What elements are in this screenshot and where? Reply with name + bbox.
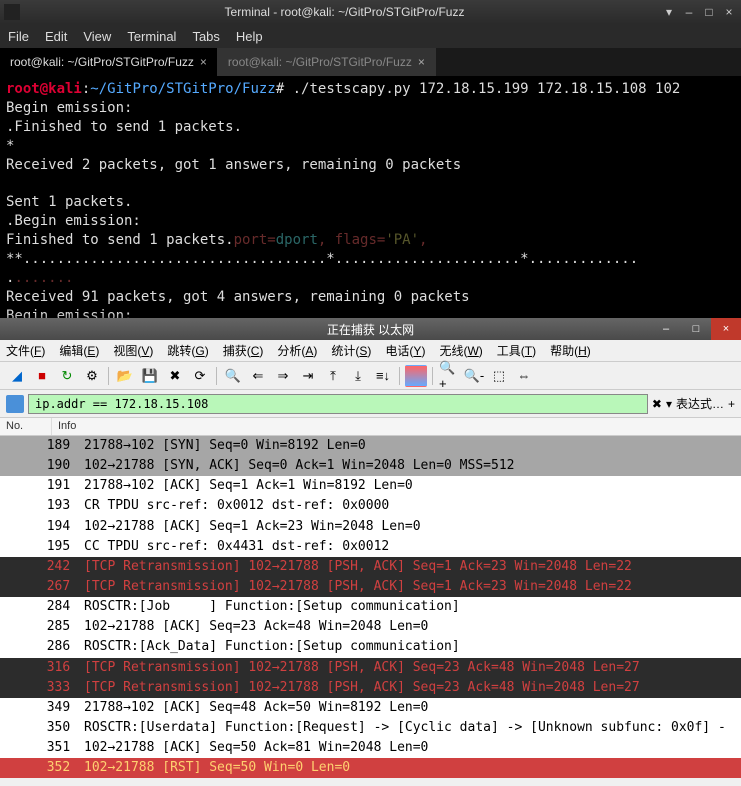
term-line: .Begin emission:: [6, 212, 735, 231]
menu-e[interactable]: 编辑(E): [59, 342, 99, 359]
packet-row[interactable]: 267 [TCP Retransmission] 102→21788 [PSH,…: [0, 577, 741, 597]
packet-row[interactable]: 195 CC TPDU src-ref: 0x4431 dst-ref: 0x0…: [0, 537, 741, 557]
term-line: *: [6, 137, 735, 156]
packet-row[interactable]: 285 102→21788 [ACK] Seq=23 Ack=48 Win=20…: [0, 617, 741, 637]
close-file-icon[interactable]: ✖: [164, 365, 186, 387]
term-line: **....................................*.…: [6, 250, 735, 269]
menu-f[interactable]: 文件(F): [6, 342, 45, 359]
menu-file[interactable]: File: [8, 29, 29, 44]
menu-c[interactable]: 捕获(C): [223, 342, 264, 359]
packet-row[interactable]: 193 CR TPDU src-ref: 0x0012 dst-ref: 0x0…: [0, 496, 741, 516]
window-close-button[interactable]: ×: [711, 318, 741, 340]
close-icon[interactable]: ×: [200, 55, 207, 69]
menu-g[interactable]: 跳转(G): [167, 342, 208, 359]
packet-list-header: No. Info: [0, 418, 741, 436]
expression-button[interactable]: 表达式…: [676, 395, 724, 412]
minimize-icon[interactable]: ▾: [661, 4, 677, 20]
menu-a[interactable]: 分析(A): [277, 342, 317, 359]
colorize-icon[interactable]: [405, 365, 427, 387]
menu-h[interactable]: 帮助(H): [550, 342, 591, 359]
packet-row[interactable]: 191 21788→102 [ACK] Seq=1 Ack=1 Win=8192…: [0, 476, 741, 496]
wireshark-filter-bar: ✖ ▾ 表达式… +: [0, 390, 741, 418]
terminal-window: Terminal - root@kali: ~/GitPro/STGitPro/…: [0, 0, 741, 330]
wireshark-window: 正在捕获 以太网 – □ × 文件(F) 编辑(E) 视图(V) 跳转(G) 捕获(C)…: [0, 318, 741, 786]
packet-row[interactable]: 284 ROSCTR:[Job ] Function:[Setup commun…: [0, 597, 741, 617]
close-icon[interactable]: ×: [418, 55, 425, 69]
menu-help[interactable]: Help: [236, 29, 263, 44]
packet-row[interactable]: 349 21788→102 [ACK] Seq=48 Ack=50 Win=81…: [0, 698, 741, 718]
packet-row[interactable]: 194 102→21788 [ACK] Seq=1 Ack=23 Win=204…: [0, 517, 741, 537]
clear-filter-icon[interactable]: ✖: [652, 397, 662, 411]
terminal-icon: [4, 4, 20, 20]
first-icon[interactable]: ⤒: [322, 365, 344, 387]
header-no[interactable]: No.: [0, 418, 52, 435]
packet-row[interactable]: 351 102→21788 [ACK] Seq=50 Ack=81 Win=20…: [0, 738, 741, 758]
jump-icon[interactable]: ⇥: [297, 365, 319, 387]
packet-row[interactable]: 352 102→21788 [RST] Seq=50 Win=0 Len=0: [0, 758, 741, 778]
filter-dropdown-icon[interactable]: ▾: [666, 397, 672, 411]
last-icon[interactable]: ⤓: [347, 365, 369, 387]
terminal-titlebar: Terminal - root@kali: ~/GitPro/STGitPro/…: [0, 0, 741, 24]
wireshark-menubar: 文件(F) 编辑(E) 视图(V) 跳转(G) 捕获(C) 分析(A) 统计(S) 电话(Y)…: [0, 340, 741, 362]
menu-w[interactable]: 无线(W): [439, 342, 482, 359]
packet-row[interactable]: 242 [TCP Retransmission] 102→21788 [PSH,…: [0, 557, 741, 577]
terminal-menubar: File Edit View Terminal Tabs Help: [0, 24, 741, 48]
packet-row[interactable]: 190 102→21788 [SYN, ACK] Seq=0 Ack=1 Win…: [0, 456, 741, 476]
wireshark-titlebar: 正在捕获 以太网 – □ ×: [0, 318, 741, 340]
menu-edit[interactable]: Edit: [45, 29, 67, 44]
prompt-command: ./testscapy.py 172.18.15.199 172.18.15.1…: [293, 81, 681, 97]
terminal-title: Terminal - root@kali: ~/GitPro/STGitPro/…: [28, 5, 661, 19]
packet-row[interactable]: 350 ROSCTR:[Userdata] Function:[Request]…: [0, 718, 741, 738]
add-filter-button[interactable]: +: [728, 397, 735, 411]
display-filter-input[interactable]: [28, 394, 648, 414]
packet-row[interactable]: 189 21788→102 [SYN] Seq=0 Win=8192 Len=0: [0, 436, 741, 456]
term-line: Begin emission:: [6, 99, 735, 118]
window-minimize-button[interactable]: –: [681, 4, 697, 20]
zoom-reset-icon[interactable]: ⬚: [488, 365, 510, 387]
window-maximize-button[interactable]: □: [681, 318, 711, 340]
wireshark-title: 正在捕获 以太网: [327, 321, 414, 338]
packet-list[interactable]: 189 21788→102 [SYN] Seq=0 Win=8192 Len=0…: [0, 436, 741, 778]
menu-y[interactable]: 电话(Y): [385, 342, 425, 359]
stop-capture-icon[interactable]: ■: [31, 365, 53, 387]
reload-icon[interactable]: ⟳: [189, 365, 211, 387]
menu-terminal[interactable]: Terminal: [127, 29, 176, 44]
packet-row[interactable]: 333 [TCP Retransmission] 102→21788 [PSH,…: [0, 678, 741, 698]
resize-cols-icon[interactable]: ⇔: [513, 365, 535, 387]
auto-scroll-icon[interactable]: ≡↓: [372, 365, 394, 387]
wireshark-toolbar: ◢ ■ ↻ ⚙ 📂 💾 ✖ ⟳ 🔍 ⇐ ⇒ ⇥ ⤒ ⤓ ≡↓ 🔍+ 🔍- ⬚ ⇔: [0, 362, 741, 390]
term-line: Received 2 packets, got 1 answers, remai…: [6, 156, 735, 175]
menu-v[interactable]: 视图(V): [113, 342, 153, 359]
prompt-path: ~/GitPro/STGitPro/Fuzz: [90, 81, 275, 97]
window-close-button[interactable]: ×: [721, 4, 737, 20]
start-capture-icon[interactable]: ◢: [6, 365, 28, 387]
restart-capture-icon[interactable]: ↻: [56, 365, 78, 387]
zoom-out-icon[interactable]: 🔍-: [463, 365, 485, 387]
save-icon[interactable]: 💾: [139, 365, 161, 387]
term-line: Sent 1 packets.: [6, 193, 735, 212]
find-icon[interactable]: 🔍: [222, 365, 244, 387]
header-info[interactable]: Info: [52, 418, 741, 435]
options-icon[interactable]: ⚙: [81, 365, 103, 387]
terminal-tabs: root@kali: ~/GitPro/STGitPro/Fuzz × root…: [0, 48, 741, 76]
term-line: Received 91 packets, got 4 answers, rema…: [6, 288, 735, 307]
packet-row[interactable]: 316 [TCP Retransmission] 102→21788 [PSH,…: [0, 658, 741, 678]
window-minimize-button[interactable]: –: [651, 318, 681, 340]
open-icon[interactable]: 📂: [114, 365, 136, 387]
menu-t[interactable]: 工具(T): [497, 342, 536, 359]
window-maximize-button[interactable]: □: [701, 4, 717, 20]
prev-icon[interactable]: ⇐: [247, 365, 269, 387]
zoom-in-icon[interactable]: 🔍+: [438, 365, 460, 387]
terminal-body[interactable]: root@kali:~/GitPro/STGitPro/Fuzz# ./test…: [0, 76, 741, 326]
menu-view[interactable]: View: [83, 29, 111, 44]
next-icon[interactable]: ⇒: [272, 365, 294, 387]
bookmark-icon[interactable]: [6, 395, 24, 413]
term-line: .Finished to send 1 packets.: [6, 118, 735, 137]
terminal-tab-1[interactable]: root@kali: ~/GitPro/STGitPro/Fuzz ×: [0, 48, 218, 76]
menu-s[interactable]: 统计(S): [331, 342, 371, 359]
packet-row[interactable]: 286 ROSCTR:[Ack_Data] Function:[Setup co…: [0, 637, 741, 657]
menu-tabs[interactable]: Tabs: [192, 29, 219, 44]
prompt-user: root@kali: [6, 81, 82, 97]
terminal-tab-2[interactable]: root@kali: ~/GitPro/STGitPro/Fuzz ×: [218, 48, 436, 76]
